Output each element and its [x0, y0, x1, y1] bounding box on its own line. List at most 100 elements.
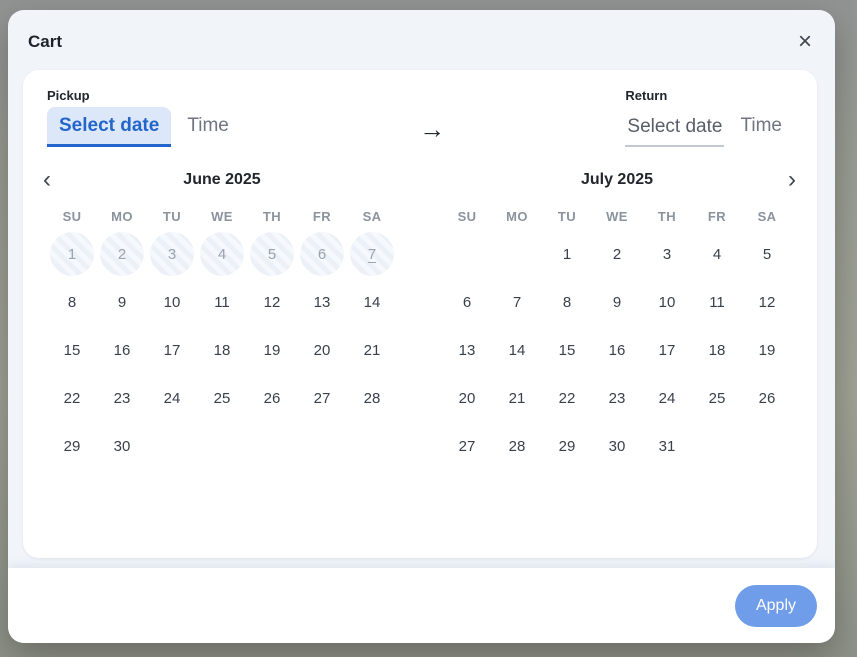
- calendar-day-empty: [197, 422, 247, 470]
- calendar-header: July 2025 ›: [442, 167, 792, 193]
- calendar-day-18[interactable]: 18: [692, 326, 742, 374]
- calendar-day-28[interactable]: 28: [347, 374, 397, 422]
- arrow-right-icon: →: [239, 88, 626, 145]
- calendar-day-19[interactable]: 19: [742, 326, 792, 374]
- day-grid: 1234567891011121314151617181920212223242…: [442, 230, 792, 470]
- calendar-day-5: 5: [247, 230, 297, 278]
- calendar-day-31[interactable]: 31: [642, 422, 692, 470]
- close-icon[interactable]: ×: [791, 28, 819, 56]
- calendar-day-26[interactable]: 26: [247, 374, 297, 422]
- chevron-right-icon[interactable]: ›: [770, 167, 796, 193]
- calendar-day-1[interactable]: 1: [542, 230, 592, 278]
- calendar-day-4[interactable]: 4: [692, 230, 742, 278]
- calendar-day-empty: [442, 230, 492, 278]
- calendar-day-21[interactable]: 21: [347, 326, 397, 374]
- calendar-day-23[interactable]: 23: [97, 374, 147, 422]
- calendar-day-7: 7: [347, 230, 397, 278]
- day-of-week-headers: SUMOTUWETHFRSA: [442, 209, 792, 224]
- calendar-day-24[interactable]: 24: [147, 374, 197, 422]
- calendar-day-7[interactable]: 7: [492, 278, 542, 326]
- calendar-day-18[interactable]: 18: [197, 326, 247, 374]
- calendar-day-23[interactable]: 23: [592, 374, 642, 422]
- calendar-day-empty: [742, 422, 792, 470]
- calendar-day-16[interactable]: 16: [592, 326, 642, 374]
- pickup-return-selector-row: Pickup Select date Time → Return Select …: [47, 88, 792, 147]
- month-title: June 2025: [47, 167, 397, 193]
- day-header-we: WE: [197, 209, 247, 224]
- pickup-section: Pickup Select date Time: [47, 88, 239, 147]
- calendar-day-8[interactable]: 8: [47, 278, 97, 326]
- calendar-day-28[interactable]: 28: [492, 422, 542, 470]
- calendar-day-9[interactable]: 9: [592, 278, 642, 326]
- calendar-day-5[interactable]: 5: [742, 230, 792, 278]
- day-header-tu: TU: [542, 209, 592, 224]
- calendar-day-16[interactable]: 16: [97, 326, 147, 374]
- calendar-day-19[interactable]: 19: [247, 326, 297, 374]
- day-header-tu: TU: [147, 209, 197, 224]
- day-header-fr: FR: [692, 209, 742, 224]
- calendar-day-22[interactable]: 22: [542, 374, 592, 422]
- calendar-day-14[interactable]: 14: [347, 278, 397, 326]
- calendar-day-10[interactable]: 10: [642, 278, 692, 326]
- calendar-day-14[interactable]: 14: [492, 326, 542, 374]
- date-picker-card: Pickup Select date Time → Return Select …: [23, 70, 817, 558]
- pickup-select-date-tab[interactable]: Select date: [47, 107, 171, 147]
- day-of-week-headers: SUMOTUWETHFRSA: [47, 209, 397, 224]
- return-section: Return Select date Time: [625, 88, 792, 147]
- calendar-day-12[interactable]: 12: [247, 278, 297, 326]
- calendar-day-empty: [347, 422, 397, 470]
- calendar-day-10[interactable]: 10: [147, 278, 197, 326]
- calendar-day-17[interactable]: 17: [642, 326, 692, 374]
- calendar-day-empty: [247, 422, 297, 470]
- calendar-day-15[interactable]: 15: [542, 326, 592, 374]
- calendar-day-27[interactable]: 27: [442, 422, 492, 470]
- calendar-day-13[interactable]: 13: [297, 278, 347, 326]
- calendar-day-15[interactable]: 15: [47, 326, 97, 374]
- calendar-day-12[interactable]: 12: [742, 278, 792, 326]
- calendar-day-2: 2: [97, 230, 147, 278]
- calendar-day-29[interactable]: 29: [47, 422, 97, 470]
- calendar-day-20[interactable]: 20: [297, 326, 347, 374]
- calendar-day-6[interactable]: 6: [442, 278, 492, 326]
- day-header-su: SU: [47, 209, 97, 224]
- calendar-day-9[interactable]: 9: [97, 278, 147, 326]
- calendar-day-24[interactable]: 24: [642, 374, 692, 422]
- calendar-day-17[interactable]: 17: [147, 326, 197, 374]
- dialog-header: Cart ×: [8, 10, 835, 70]
- calendar-day-30[interactable]: 30: [97, 422, 147, 470]
- return-time-tab[interactable]: Time: [730, 107, 792, 147]
- calendar-day-20[interactable]: 20: [442, 374, 492, 422]
- calendar-day-25[interactable]: 25: [692, 374, 742, 422]
- apply-button[interactable]: Apply: [735, 585, 817, 627]
- pickup-tabs: Select date Time: [47, 107, 239, 147]
- calendar-day-11[interactable]: 11: [692, 278, 742, 326]
- day-header-we: WE: [592, 209, 642, 224]
- cart-dialog: Cart × Pickup Select date Time → Return …: [8, 10, 835, 643]
- calendar-day-empty: [297, 422, 347, 470]
- calendar-day-3: 3: [147, 230, 197, 278]
- calendar-day-3[interactable]: 3: [642, 230, 692, 278]
- pickup-time-tab[interactable]: Time: [177, 107, 239, 147]
- pickup-label: Pickup: [47, 88, 239, 103]
- calendar-day-21[interactable]: 21: [492, 374, 542, 422]
- day-header-th: TH: [247, 209, 297, 224]
- calendar-day-2[interactable]: 2: [592, 230, 642, 278]
- calendar-day-25[interactable]: 25: [197, 374, 247, 422]
- calendar-day-empty: [692, 422, 742, 470]
- calendar-day-8[interactable]: 8: [542, 278, 592, 326]
- calendar-day-29[interactable]: 29: [542, 422, 592, 470]
- return-select-date-tab[interactable]: Select date: [625, 108, 724, 147]
- return-label: Return: [625, 88, 792, 103]
- calendar-day-26[interactable]: 26: [742, 374, 792, 422]
- calendar-day-30[interactable]: 30: [592, 422, 642, 470]
- calendar-day-4: 4: [197, 230, 247, 278]
- calendar-header: ‹ June 2025: [47, 167, 397, 193]
- calendar-day-1: 1: [47, 230, 97, 278]
- calendar-day-13[interactable]: 13: [442, 326, 492, 374]
- day-header-mo: MO: [492, 209, 542, 224]
- dialog-title: Cart: [28, 32, 815, 52]
- calendar-day-22[interactable]: 22: [47, 374, 97, 422]
- calendar-day-11[interactable]: 11: [197, 278, 247, 326]
- calendar-day-27[interactable]: 27: [297, 374, 347, 422]
- calendar-day-6: 6: [297, 230, 347, 278]
